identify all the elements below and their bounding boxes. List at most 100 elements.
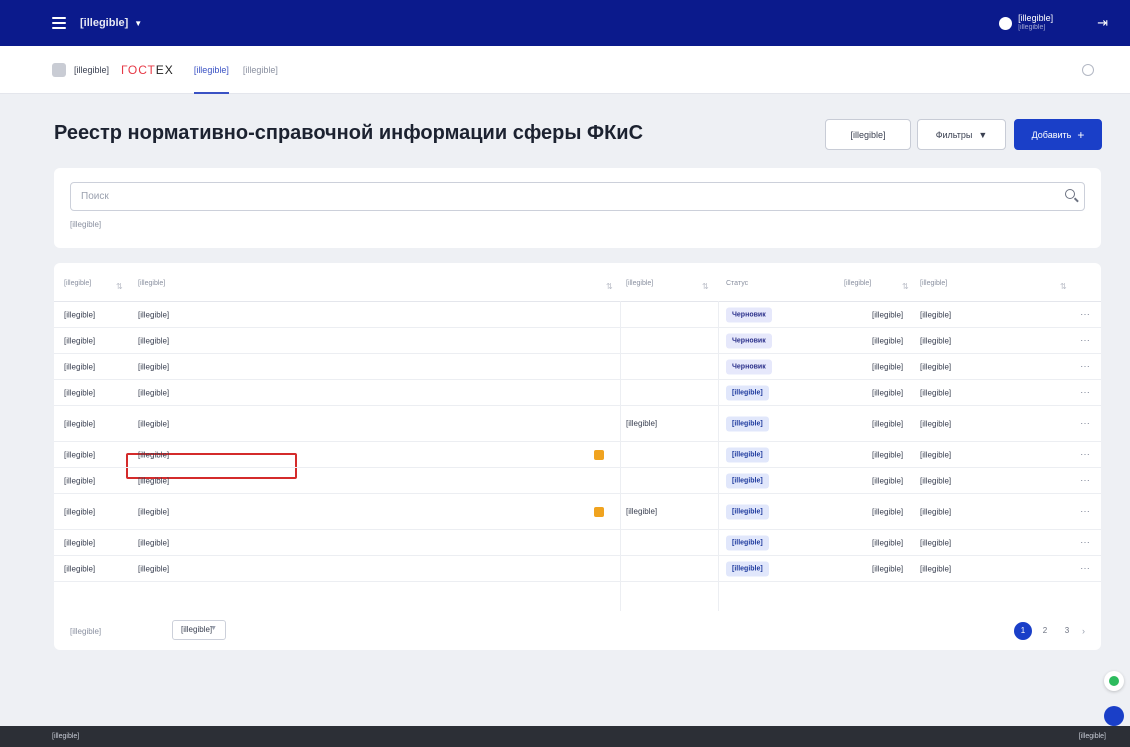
table-row[interactable]: [illegible] [illegible] [illegible] [illegi… (54, 468, 1101, 494)
brand-part-a: ГОСТ (121, 62, 156, 77)
row-date: [illegible] (920, 336, 952, 345)
app-title[interactable]: [illegible] (80, 17, 128, 29)
table-row[interactable]: [illegible] [illegible] [illegible] [illegi… (54, 380, 1101, 406)
more-dots-icon[interactable]: ⋯ (1080, 387, 1091, 398)
gostex-logo: ГОСТЕХ (121, 63, 174, 77)
status-ok-icon[interactable] (1104, 671, 1124, 691)
top-bar: [illegible] ▼ [illegible] [illegible] ⇥ (0, 0, 1130, 46)
chat-icon[interactable] (1104, 706, 1124, 726)
per-page-label: [illegible] (70, 627, 102, 636)
help-icon[interactable] (1082, 64, 1094, 76)
tab-administration[interactable]: [illegible] (243, 46, 278, 94)
add-button[interactable]: Добавить + (1014, 119, 1102, 150)
more-dots-icon[interactable]: ⋯ (1080, 475, 1091, 486)
col-header-code[interactable]: [illegible] (64, 279, 91, 288)
page-2[interactable]: 2 (1036, 622, 1054, 640)
user-name: [illegible] (1018, 13, 1054, 23)
row-name[interactable]: [illegible] (138, 388, 169, 397)
row-name[interactable]: [illegible] (138, 564, 169, 573)
row-code: [illegible] (64, 564, 96, 573)
table-row[interactable]: [illegible] [illegible] [illegible] [illegi… (54, 530, 1101, 556)
footer-link[interactable]: [illegible] (1079, 733, 1106, 740)
search-input[interactable] (70, 182, 1085, 211)
brand-part-b: ЕХ (155, 62, 174, 77)
more-dots-icon[interactable]: ⋯ (1080, 361, 1091, 372)
more-dots-icon[interactable]: ⋯ (1080, 309, 1091, 320)
nav-bar: [illegible] ГОСТЕХ [illegible] [illegibl… (0, 46, 1130, 94)
more-dots-icon[interactable]: ⋯ (1080, 418, 1091, 429)
row-version: [illegible] (872, 476, 904, 485)
logout-icon[interactable]: ⇥ (1097, 15, 1108, 31)
row-version: [illegible] (872, 538, 904, 547)
row-code: [illegible] (64, 450, 96, 459)
table-row[interactable]: [illegible] [illegible] [illegible] [illegi… (54, 442, 1101, 468)
avatar-icon (999, 16, 1013, 30)
records-count: [illegible] (70, 220, 102, 229)
caret-down-icon[interactable]: ▼ (134, 19, 142, 28)
row-category: [illegible] (626, 506, 658, 516)
col-header-category[interactable]: [illegible] (626, 279, 653, 288)
sort-icon[interactable]: ⇅ (116, 282, 123, 291)
more-dots-icon[interactable]: ⋯ (1080, 449, 1091, 460)
row-version: [illegible] (872, 388, 904, 397)
row-code: [illegible] (64, 419, 96, 428)
chevron-down-icon: ▼ (210, 625, 217, 632)
sort-icon[interactable]: ⇅ (902, 282, 909, 291)
col-header-date[interactable]: [illegible] (920, 279, 947, 288)
table-row[interactable]: [illegible] [illegible] [illegible] [illegi… (54, 556, 1101, 582)
row-version: [illegible] (872, 336, 904, 345)
status-badge: Черновик (726, 333, 772, 348)
search-icon[interactable] (1065, 189, 1075, 199)
col-header-status[interactable]: Статус (726, 279, 748, 288)
lock-icon (594, 506, 604, 517)
row-name[interactable]: [illegible] (138, 450, 169, 459)
status-badge: [illegible] (726, 385, 769, 400)
row-version: [illegible] (872, 450, 904, 459)
more-dots-icon[interactable]: ⋯ (1080, 537, 1091, 548)
row-date: [illegible] (920, 564, 952, 573)
page-3[interactable]: 3 (1058, 622, 1076, 640)
row-name[interactable]: [illegible] (138, 310, 169, 319)
page-1[interactable]: 1 (1014, 622, 1032, 640)
col-header-version[interactable]: [illegible] (844, 279, 871, 288)
sort-icon[interactable]: ⇅ (606, 282, 613, 291)
row-name[interactable]: [illegible] (138, 507, 169, 516)
status-badge: [illegible] (726, 535, 769, 550)
row-code: [illegible] (64, 310, 96, 319)
table-row[interactable]: [illegible] [illegible] Черновик [illegible… (54, 302, 1101, 328)
sort-icon[interactable]: ⇅ (702, 282, 709, 291)
more-dots-icon[interactable]: ⋯ (1080, 335, 1091, 346)
more-dots-icon[interactable]: ⋯ (1080, 563, 1091, 574)
menu-icon[interactable] (52, 17, 66, 29)
row-name[interactable]: [illegible] (138, 476, 169, 485)
table-row[interactable]: [illegible] [illegible] Черновик [illegible… (54, 328, 1101, 354)
row-category: [illegible] (626, 418, 658, 428)
user-menu[interactable]: [illegible] [illegible] (999, 13, 1053, 33)
row-name[interactable]: [illegible] (138, 336, 169, 345)
per-page-select[interactable]: [illegible] ▼ (172, 620, 226, 640)
chevron-right-icon[interactable]: › (1082, 626, 1085, 636)
status-badge: [illegible] (726, 504, 769, 519)
page-title: Реестр нормативно-справочной информации … (54, 122, 644, 144)
row-date: [illegible] (920, 538, 952, 547)
filters-button[interactable]: Фильтры ▼ (917, 119, 1006, 150)
row-name[interactable]: [illegible] (138, 419, 169, 428)
footer: [illegible] [illegible] (0, 726, 1130, 747)
table-row[interactable]: [illegible] [illegible] [illegible] [illegi… (54, 494, 1101, 530)
status-badge: [illegible] (726, 561, 769, 576)
row-version: [illegible] (872, 507, 904, 516)
sort-icon[interactable]: ⇅ (1060, 282, 1067, 291)
search-card: [illegible] (54, 168, 1101, 248)
table-row[interactable]: [illegible] [illegible] [illegible] [illegi… (54, 406, 1101, 442)
row-version: [illegible] (872, 564, 904, 573)
more-dots-icon[interactable]: ⋯ (1080, 506, 1091, 517)
tab-directories[interactable]: [illegible] (193, 46, 229, 94)
status-badge: [illegible] (726, 447, 769, 462)
row-name[interactable]: [illegible] (138, 538, 169, 547)
row-name[interactable]: [illegible] (138, 362, 169, 371)
unsubscribe-button[interactable]: [illegible] (825, 119, 911, 150)
row-code: [illegible] (64, 388, 96, 397)
col-header-name[interactable]: [illegible] (138, 279, 165, 288)
table-row[interactable]: [illegible] [illegible] Черновик [illegible… (54, 354, 1101, 380)
row-code: [illegible] (64, 476, 96, 485)
